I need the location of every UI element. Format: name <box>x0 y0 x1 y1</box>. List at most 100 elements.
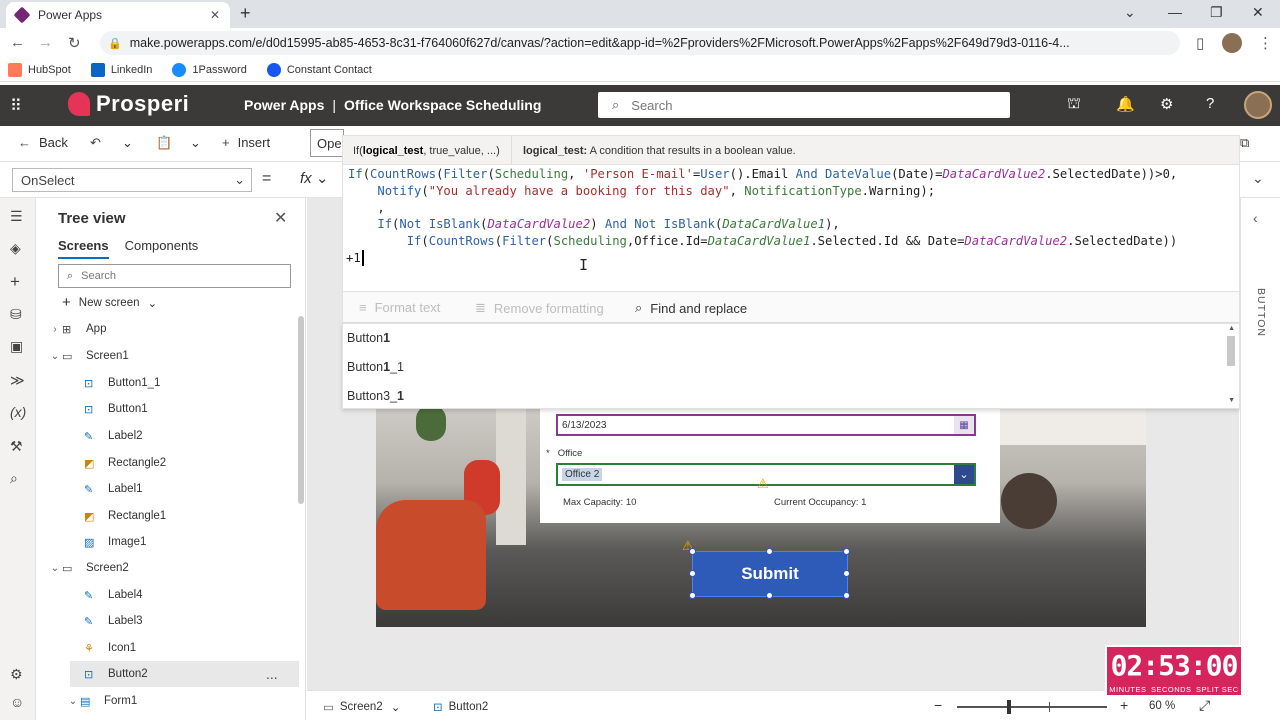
new-tab-icon[interactable]: + <box>240 3 251 24</box>
zoom-in-icon[interactable]: + <box>1120 697 1128 713</box>
virtual-agent-icon[interactable]: ☺ <box>10 694 24 710</box>
tree-item-rectangle1[interactable]: ◩ Rectangle1 <box>84 503 339 529</box>
bookmark-constant-contact[interactable]: Constant Contact <box>266 62 372 77</box>
notifications-bell-icon[interactable]: 🔔 <box>1116 95 1135 113</box>
fit-to-window-icon[interactable]: ⤢ <box>1199 697 1210 714</box>
insert-button[interactable]: + Insert <box>222 135 270 150</box>
insert-plus-icon[interactable]: + <box>10 272 20 292</box>
minimize-icon[interactable]: — <box>1168 4 1182 20</box>
global-search-input[interactable]: ⌕ Search <box>598 92 1010 118</box>
property-dropdown[interactable]: OnSelect ⌄ <box>12 168 252 192</box>
tree-item-label4[interactable]: ✎ Label4 <box>84 582 339 608</box>
tree-scrollbar[interactable] <box>298 316 304 504</box>
variables-icon[interactable]: (x) <box>10 404 26 420</box>
bookmark-hubspot[interactable]: HubSpot <box>8 62 71 77</box>
resize-handle[interactable] <box>766 592 773 599</box>
tree-search-input[interactable]: ⌕ Search <box>58 264 291 288</box>
open-dropdown[interactable]: Ope <box>310 129 344 157</box>
undo-dropdown[interactable]: ⌄ <box>122 135 133 151</box>
date-picker[interactable]: 6/13/2023 ▦ <box>556 414 976 436</box>
profile-avatar[interactable] <box>1222 33 1242 53</box>
sidebar-icon[interactable]: ▯ <box>1196 34 1204 52</box>
resize-handle[interactable] <box>689 592 696 599</box>
lock-icon: 🔒 <box>108 37 122 50</box>
browser-tab[interactable]: Power Apps ✕ <box>6 2 230 28</box>
more-options-icon[interactable]: ... <box>266 666 278 682</box>
chevron-down-icon[interactable]: ⌄ <box>954 465 974 484</box>
resize-handle[interactable] <box>689 570 696 577</box>
back-button[interactable]: ← Back <box>18 135 68 150</box>
submit-button[interactable]: Submit <box>692 551 848 597</box>
tree-item-form1[interactable]: ⌄ ▤ Form1 <box>66 688 321 714</box>
tab-screens[interactable]: Screens <box>58 238 109 259</box>
warning-icon[interactable]: ⚠ <box>757 476 769 492</box>
suggestions-scrollbar[interactable] <box>1227 336 1235 366</box>
tree-item-image1[interactable]: ▨ Image1 <box>84 529 339 555</box>
format-text-button[interactable]: ≡ Format text <box>359 300 440 315</box>
environment-icon[interactable]: ⛫ <box>1067 95 1081 114</box>
tree-item-label3[interactable]: ✎ Label3 <box>84 608 339 634</box>
resize-handle[interactable] <box>843 548 850 555</box>
expand-formula-icon[interactable]: ⌄ <box>1252 170 1264 187</box>
resize-handle[interactable] <box>689 548 696 555</box>
fx-button[interactable]: fx ⌄ <box>300 169 328 187</box>
undo-button[interactable]: ↶ <box>90 135 109 151</box>
chevron-down-icon: ⌄ <box>390 702 401 714</box>
data-database-icon[interactable]: ⛁ <box>10 306 22 323</box>
restore-icon[interactable]: ❐ <box>1210 4 1223 21</box>
resize-handle[interactable] <box>843 570 850 577</box>
remove-formatting-button[interactable]: ≣ Remove formatting <box>475 300 604 316</box>
find-replace-button[interactable]: ⌕ Find and replace <box>635 300 747 316</box>
zoom-out-icon[interactable]: − <box>934 697 942 713</box>
url-bar[interactable]: 🔒 make.powerapps.com/e/d0d15995-ab85-465… <box>100 31 1180 55</box>
search-icon[interactable]: ⌕ <box>10 470 18 487</box>
tab-components[interactable]: Components <box>125 238 199 259</box>
app-launcher-icon[interactable]: ⠿ <box>10 96 22 116</box>
tree-item-screen2[interactable]: ⌄ ▭ Screen2 <box>48 555 303 581</box>
paste-button[interactable]: 📋 <box>156 135 180 151</box>
bookmark-1password[interactable]: 1Password <box>172 62 247 77</box>
chevron-left-icon[interactable]: ‹ <box>1253 210 1258 226</box>
zoom-value[interactable]: 60 % <box>1149 700 1175 712</box>
close-tab-icon[interactable]: ✕ <box>210 8 220 22</box>
breadcrumb-control[interactable]: ⊡ Button2 <box>433 700 488 714</box>
tree-item-app[interactable]: › ⊞ App <box>48 316 303 342</box>
scroll-up-icon[interactable]: ▲ <box>1228 325 1235 332</box>
calendar-icon[interactable]: ▦ <box>954 416 974 434</box>
settings-gear-icon[interactable]: ⚙ <box>10 666 23 683</box>
user-avatar[interactable] <box>1244 91 1272 119</box>
media-icon[interactable]: ▣ <box>10 338 23 355</box>
help-icon[interactable]: ? <box>1206 95 1214 112</box>
hubspot-icon <box>8 62 22 77</box>
scroll-down-icon[interactable]: ▼ <box>1228 397 1235 404</box>
preview-icon[interactable]: ⧉ <box>1240 135 1249 151</box>
breadcrumb-screen[interactable]: ▭ Screen2 ⌄ <box>323 700 400 714</box>
zoom-slider[interactable] <box>957 706 1107 708</box>
layers-tree-icon[interactable]: ◈ <box>10 240 21 257</box>
resize-handle[interactable] <box>843 592 850 599</box>
advanced-tools-icon[interactable]: ⚒ <box>10 438 23 455</box>
forward-arrow-icon[interactable]: → <box>38 34 53 51</box>
formula-editor[interactable]: If(CountRows(Filter(Scheduling, 'Person … <box>342 165 1240 291</box>
menu-kebab-icon[interactable]: ⋮ <box>1258 34 1273 52</box>
suggestion-item[interactable]: Button3_1 <box>347 389 404 408</box>
bookmark-linkedin[interactable]: LinkedIn <box>90 62 152 77</box>
hamburger-menu-icon[interactable]: ☰ <box>10 208 23 225</box>
power-automate-icon[interactable]: ≫ <box>10 372 25 389</box>
tree-item-icon1[interactable]: ⚘ Icon1 <box>84 635 339 661</box>
reload-icon[interactable]: ↻ <box>68 34 81 52</box>
tree-item-button2[interactable]: ⊡ Button2 ... <box>70 661 299 687</box>
resize-handle[interactable] <box>766 548 773 555</box>
close-icon[interactable]: ✕ <box>274 208 287 228</box>
paste-dropdown[interactable]: ⌄ <box>190 135 201 151</box>
new-screen-button[interactable]: + New screen ⌄ <box>62 294 157 311</box>
zoom-slider-thumb[interactable] <box>1007 700 1011 714</box>
tree-item-screen1[interactable]: ⌄ ▭ Screen1 <box>48 343 303 369</box>
close-window-icon[interactable]: ✕ <box>1252 4 1264 21</box>
settings-gear-icon[interactable]: ⚙ <box>1160 95 1173 113</box>
label-control-icon: ✎ <box>84 484 94 496</box>
suggestion-item[interactable]: Button1 <box>347 331 390 351</box>
tab-search-icon[interactable]: ⌄ <box>1124 4 1136 21</box>
suggestion-item[interactable]: Button1_1 <box>347 360 404 380</box>
back-arrow-icon[interactable]: ← <box>10 34 25 51</box>
